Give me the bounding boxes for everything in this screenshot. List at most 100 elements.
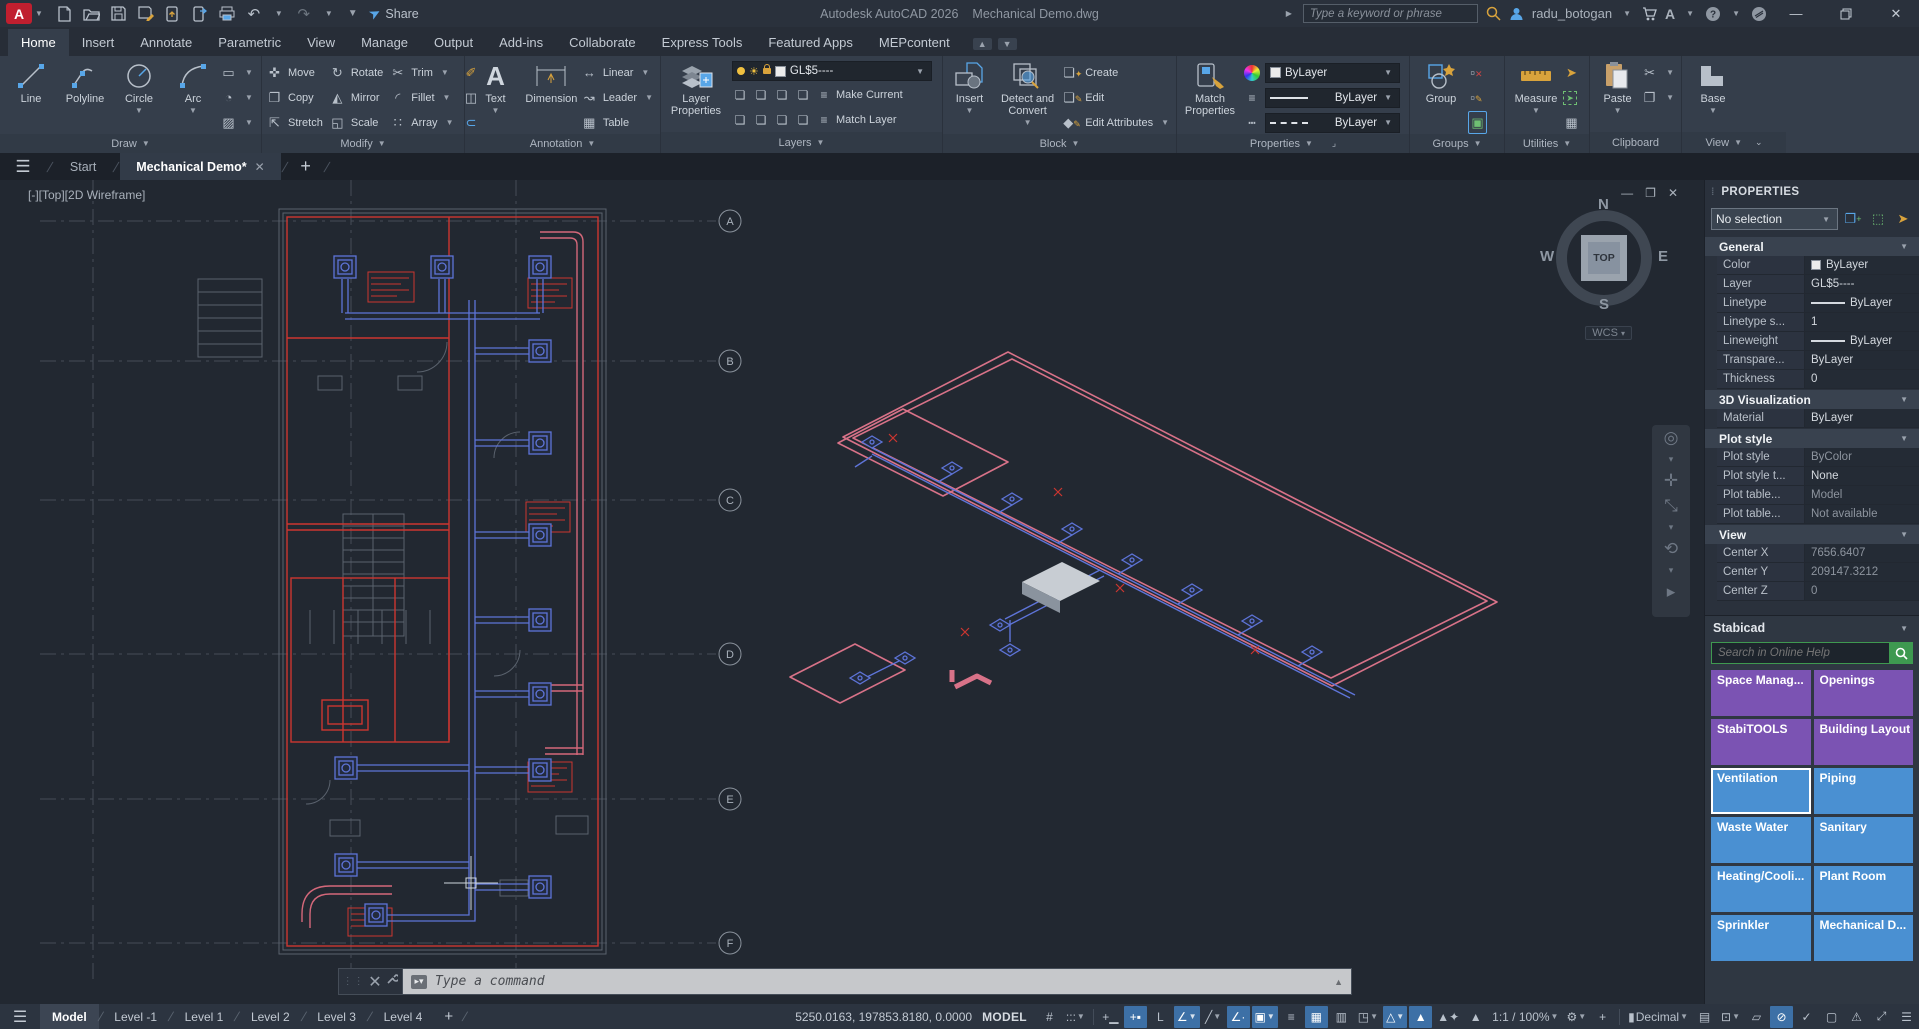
view-panel-label[interactable]: View▼⌄ bbox=[1682, 132, 1786, 153]
standards-check-toggle[interactable]: ✓ bbox=[1795, 1006, 1818, 1028]
zoom-extents-icon[interactable]: ⤡ bbox=[1664, 497, 1678, 515]
property-value[interactable]: 209147.3212 bbox=[1805, 563, 1919, 581]
file-tab-document[interactable]: Mechanical Demo* ✕ bbox=[120, 153, 281, 180]
stabicad-button-sprinkler[interactable]: Sprinkler bbox=[1711, 915, 1811, 961]
block-create-button[interactable]: ❏✦Create bbox=[1063, 61, 1172, 84]
section-collapse-icon[interactable]: ▼ bbox=[1900, 395, 1908, 404]
layer-unisolate-icon[interactable]: ❏ bbox=[732, 113, 748, 127]
dynamic-input-toggle[interactable]: +▁ bbox=[1099, 1006, 1122, 1028]
property-value[interactable]: GL$5---- bbox=[1805, 275, 1919, 293]
stabicad-button-space-manag-[interactable]: Space Manag... bbox=[1711, 670, 1811, 716]
new-file-button[interactable] bbox=[56, 5, 74, 23]
match-properties-button[interactable]: Match Properties bbox=[1181, 58, 1239, 117]
fillet-button[interactable]: ◜Fillet▼ bbox=[389, 86, 456, 109]
layer-lock-tool-icon[interactable]: ❏ bbox=[795, 88, 811, 102]
table-button[interactable]: ▦Table bbox=[581, 111, 656, 134]
base-caret-icon[interactable]: ▼ bbox=[1709, 106, 1717, 115]
utilities-panel-label[interactable]: Utilities▼ bbox=[1505, 134, 1589, 153]
ribbon-tab-add-ins[interactable]: Add-ins bbox=[486, 29, 556, 56]
showmotion-icon[interactable]: ▸ bbox=[1667, 583, 1676, 601]
property-value[interactable]: 0 bbox=[1805, 582, 1919, 600]
line-button[interactable]: Line bbox=[4, 58, 58, 105]
array-button[interactable]: ∷Array▼ bbox=[389, 111, 456, 134]
quick-properties-toggle[interactable]: ▤ bbox=[1693, 1006, 1716, 1028]
copy-clip-icon[interactable]: ❐ bbox=[1641, 90, 1658, 106]
ribbon-tab-home[interactable]: Home bbox=[8, 29, 69, 56]
new-layout-button[interactable]: + bbox=[434, 1008, 463, 1025]
section-collapse-icon[interactable]: ▼ bbox=[1900, 530, 1908, 539]
autodesk-menu-icon[interactable]: A bbox=[1665, 6, 1675, 22]
layout-tab-level-4[interactable]: Level 4 bbox=[372, 1004, 435, 1029]
object-color-combo[interactable]: ByLayer ▼ bbox=[1265, 63, 1400, 83]
section-collapse-icon[interactable]: ▼ bbox=[1900, 434, 1908, 443]
file-tabs-menu-icon[interactable]: ☰ bbox=[0, 153, 46, 180]
layer-on-all-icon[interactable]: ❏ bbox=[774, 113, 790, 127]
orbit-icon[interactable]: ⟲ bbox=[1664, 540, 1678, 558]
drawing-canvas[interactable]: [-][Top][2D Wireframe] — ❐ ✕ ABCDEF bbox=[0, 180, 1704, 1004]
object-snap-toggle[interactable]: ▣▼ bbox=[1252, 1006, 1278, 1028]
wcs-menu[interactable]: WCS ▾ bbox=[1585, 326, 1632, 340]
trim-button[interactable]: ✂Trim▼ bbox=[389, 61, 456, 84]
text-button[interactable]: A Text ▼ bbox=[469, 58, 522, 115]
quick-select-icon[interactable]: ➤ bbox=[1563, 65, 1580, 81]
section-header-general[interactable]: General▼ bbox=[1705, 236, 1919, 256]
move-button[interactable]: ✜Move bbox=[266, 61, 323, 84]
share-button[interactable]: ➤ Share bbox=[369, 5, 419, 22]
viewcube-top-face[interactable]: TOP bbox=[1581, 235, 1627, 281]
viewport-restore-icon[interactable]: ❐ bbox=[1645, 186, 1656, 200]
modify-panel-label[interactable]: Modify▼ bbox=[262, 134, 464, 153]
ribbon-tab-insert[interactable]: Insert bbox=[69, 29, 128, 56]
paste-button[interactable]: Paste ▼ bbox=[1594, 58, 1641, 115]
toggle-pickadd-icon[interactable]: ❐+ bbox=[1843, 209, 1863, 229]
arc-caret-icon[interactable]: ▼ bbox=[189, 106, 197, 115]
open-file-button[interactable] bbox=[83, 5, 101, 23]
layer-off-icon[interactable]: ❏ bbox=[732, 88, 748, 102]
select-objects-icon[interactable]: ⬚ bbox=[1868, 209, 1888, 229]
linetype-combo[interactable]: ByLayer ▼ bbox=[1265, 113, 1400, 133]
groups-panel-label[interactable]: Groups▼ bbox=[1410, 134, 1504, 153]
ribbon-tab-output[interactable]: Output bbox=[421, 29, 486, 56]
property-value[interactable]: Not available bbox=[1805, 505, 1919, 523]
ellipse-caret-icon[interactable]: ▼ bbox=[245, 93, 253, 102]
measure-button[interactable]: Measure ▼ bbox=[1509, 58, 1563, 115]
layout-tab-level-1[interactable]: Level 1 bbox=[173, 1004, 236, 1029]
save-button[interactable] bbox=[110, 5, 128, 23]
copy-button[interactable]: ❐Copy bbox=[266, 86, 323, 109]
app-menu-caret-icon[interactable]: ▼ bbox=[35, 9, 43, 18]
stabicad-button-piping[interactable]: Piping bbox=[1814, 768, 1914, 814]
dynamic-ucs-toggle[interactable]: △▼ bbox=[1383, 1006, 1407, 1028]
stabicad-header[interactable]: Stabicad ▼ bbox=[1705, 616, 1919, 640]
new-tab-button[interactable]: + bbox=[289, 153, 323, 180]
viewcube-east[interactable]: E bbox=[1658, 248, 1668, 265]
stabicad-button-plant-room[interactable]: Plant Room bbox=[1814, 866, 1914, 912]
property-value[interactable]: ByColor bbox=[1805, 448, 1919, 466]
layers-panel-label[interactable]: Layers▼ bbox=[661, 132, 942, 153]
viewcube[interactable]: N S W E TOP bbox=[1548, 202, 1660, 314]
annotation-autoscale-toggle[interactable]: ▲✦ bbox=[1434, 1006, 1462, 1028]
restore-button[interactable] bbox=[1825, 0, 1867, 27]
search-icon[interactable] bbox=[1486, 6, 1501, 21]
wheel-caret-icon[interactable]: ▾ bbox=[1669, 454, 1674, 465]
help-icon[interactable]: ? bbox=[1705, 6, 1721, 22]
minimize-button[interactable]: — bbox=[1775, 0, 1817, 27]
assistant-icon[interactable] bbox=[1751, 6, 1767, 22]
detect-convert-button[interactable]: Detect and Convert ▼ bbox=[996, 58, 1059, 127]
isometric-drafting-toggle[interactable]: ╱▼ bbox=[1202, 1006, 1225, 1028]
qat-customize-caret-icon[interactable]: ▼ bbox=[348, 8, 358, 19]
detect-caret-icon[interactable]: ▼ bbox=[1024, 118, 1032, 127]
property-value[interactable]: ByLayer bbox=[1805, 256, 1919, 274]
make-current-button[interactable]: ≡Make Current bbox=[816, 88, 903, 102]
file-tab-start[interactable]: Start bbox=[54, 153, 112, 180]
stabicad-search-input[interactable] bbox=[1711, 642, 1889, 664]
draw-panel-label[interactable]: Draw▼ bbox=[0, 134, 261, 153]
stabicad-button-stabitools[interactable]: StabiTOOLS bbox=[1711, 719, 1811, 765]
annotation-scale-toggle[interactable]: 1:1 / 100%▼ bbox=[1489, 1006, 1561, 1028]
command-customize-icon[interactable] bbox=[385, 973, 398, 991]
undo-button[interactable]: ↶ bbox=[245, 5, 263, 23]
snap-tracking-toggle[interactable]: +▪ bbox=[1124, 1006, 1147, 1028]
redo-button[interactable]: ↷ bbox=[295, 5, 313, 23]
save-as-button[interactable] bbox=[137, 5, 155, 23]
circle-caret-icon[interactable]: ▼ bbox=[135, 106, 143, 115]
viewport-minimize-icon[interactable]: — bbox=[1621, 186, 1633, 200]
insert-caret-icon[interactable]: ▼ bbox=[966, 106, 974, 115]
